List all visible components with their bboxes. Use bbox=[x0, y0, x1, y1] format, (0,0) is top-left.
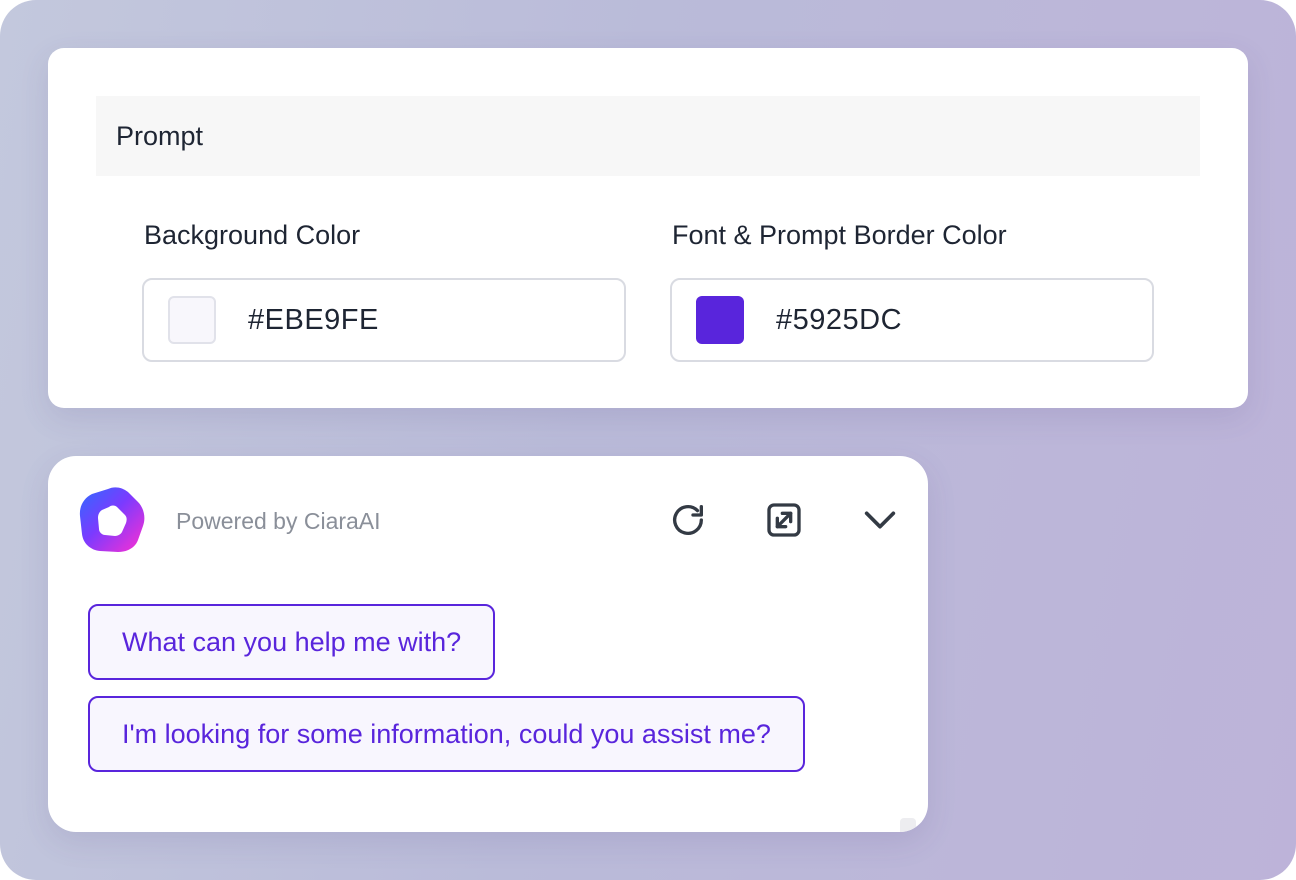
font-border-color-swatch[interactable] bbox=[696, 296, 744, 344]
suggestion-chip[interactable]: I'm looking for some information, could … bbox=[88, 696, 805, 772]
background-color-label: Background Color bbox=[144, 220, 361, 250]
prompt-settings-card: Prompt Background Color #EBE9FE Font & P… bbox=[48, 48, 1248, 408]
expand-icon bbox=[767, 503, 801, 537]
scroll-handle[interactable] bbox=[900, 818, 916, 832]
refresh-icon bbox=[673, 505, 703, 535]
font-border-color-value[interactable]: #5925DC bbox=[776, 304, 902, 337]
powered-by-label: Powered by CiaraAI bbox=[176, 508, 381, 534]
chat-widget: Powered by CiaraAI What can you help me … bbox=[48, 456, 928, 832]
font-border-color-label: Font & Prompt Border Color bbox=[672, 220, 1007, 250]
expand-button[interactable] bbox=[760, 496, 808, 544]
background-color-input[interactable]: #EBE9FE bbox=[142, 278, 626, 362]
chevron-down-icon bbox=[864, 511, 896, 529]
background-color-value[interactable]: #EBE9FE bbox=[248, 304, 379, 337]
section-header: Prompt bbox=[96, 96, 1200, 176]
refresh-button[interactable] bbox=[664, 496, 712, 544]
section-title: Prompt bbox=[116, 120, 204, 151]
font-border-color-input[interactable]: #5925DC bbox=[670, 278, 1154, 362]
ciara-logo-icon bbox=[79, 487, 145, 552]
suggestion-chip[interactable]: What can you help me with? bbox=[88, 604, 496, 680]
background-color-swatch[interactable] bbox=[168, 296, 216, 344]
collapse-button[interactable] bbox=[856, 496, 904, 544]
preview-canvas: Prompt Background Color #EBE9FE Font & P… bbox=[0, 0, 1296, 880]
